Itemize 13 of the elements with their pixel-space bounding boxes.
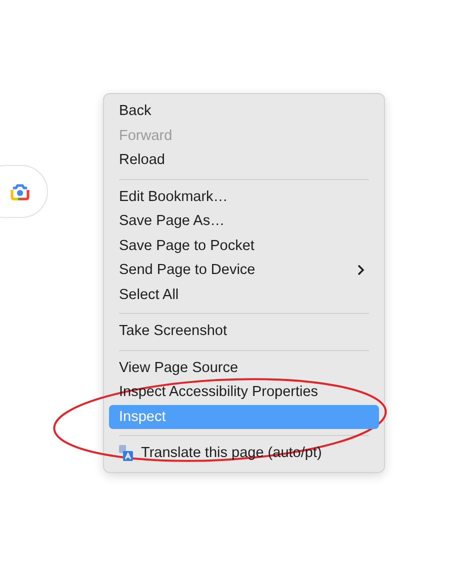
menu-item[interactable]: Reload	[109, 148, 379, 172]
menu-item[interactable]: Save Page As…	[109, 209, 379, 234]
menu-item[interactable]: Edit Bookmark…	[109, 184, 379, 209]
menu-item[interactable]: View Page Source	[109, 356, 379, 380]
camera-icon	[9, 182, 31, 202]
translate-icon	[119, 445, 133, 462]
menu-item[interactable]: Inspect Accessibility Properties	[109, 380, 379, 404]
chevron-right-icon	[357, 264, 365, 276]
menu-item[interactable]: Send Page to Device	[109, 258, 379, 282]
menu-item[interactable]: Select All	[109, 282, 379, 307]
menu-item[interactable]: Take Screenshot	[109, 319, 379, 344]
menu-item[interactable]: Save Page to Pocket	[109, 234, 379, 258]
menu-item[interactable]: Back	[109, 99, 379, 124]
